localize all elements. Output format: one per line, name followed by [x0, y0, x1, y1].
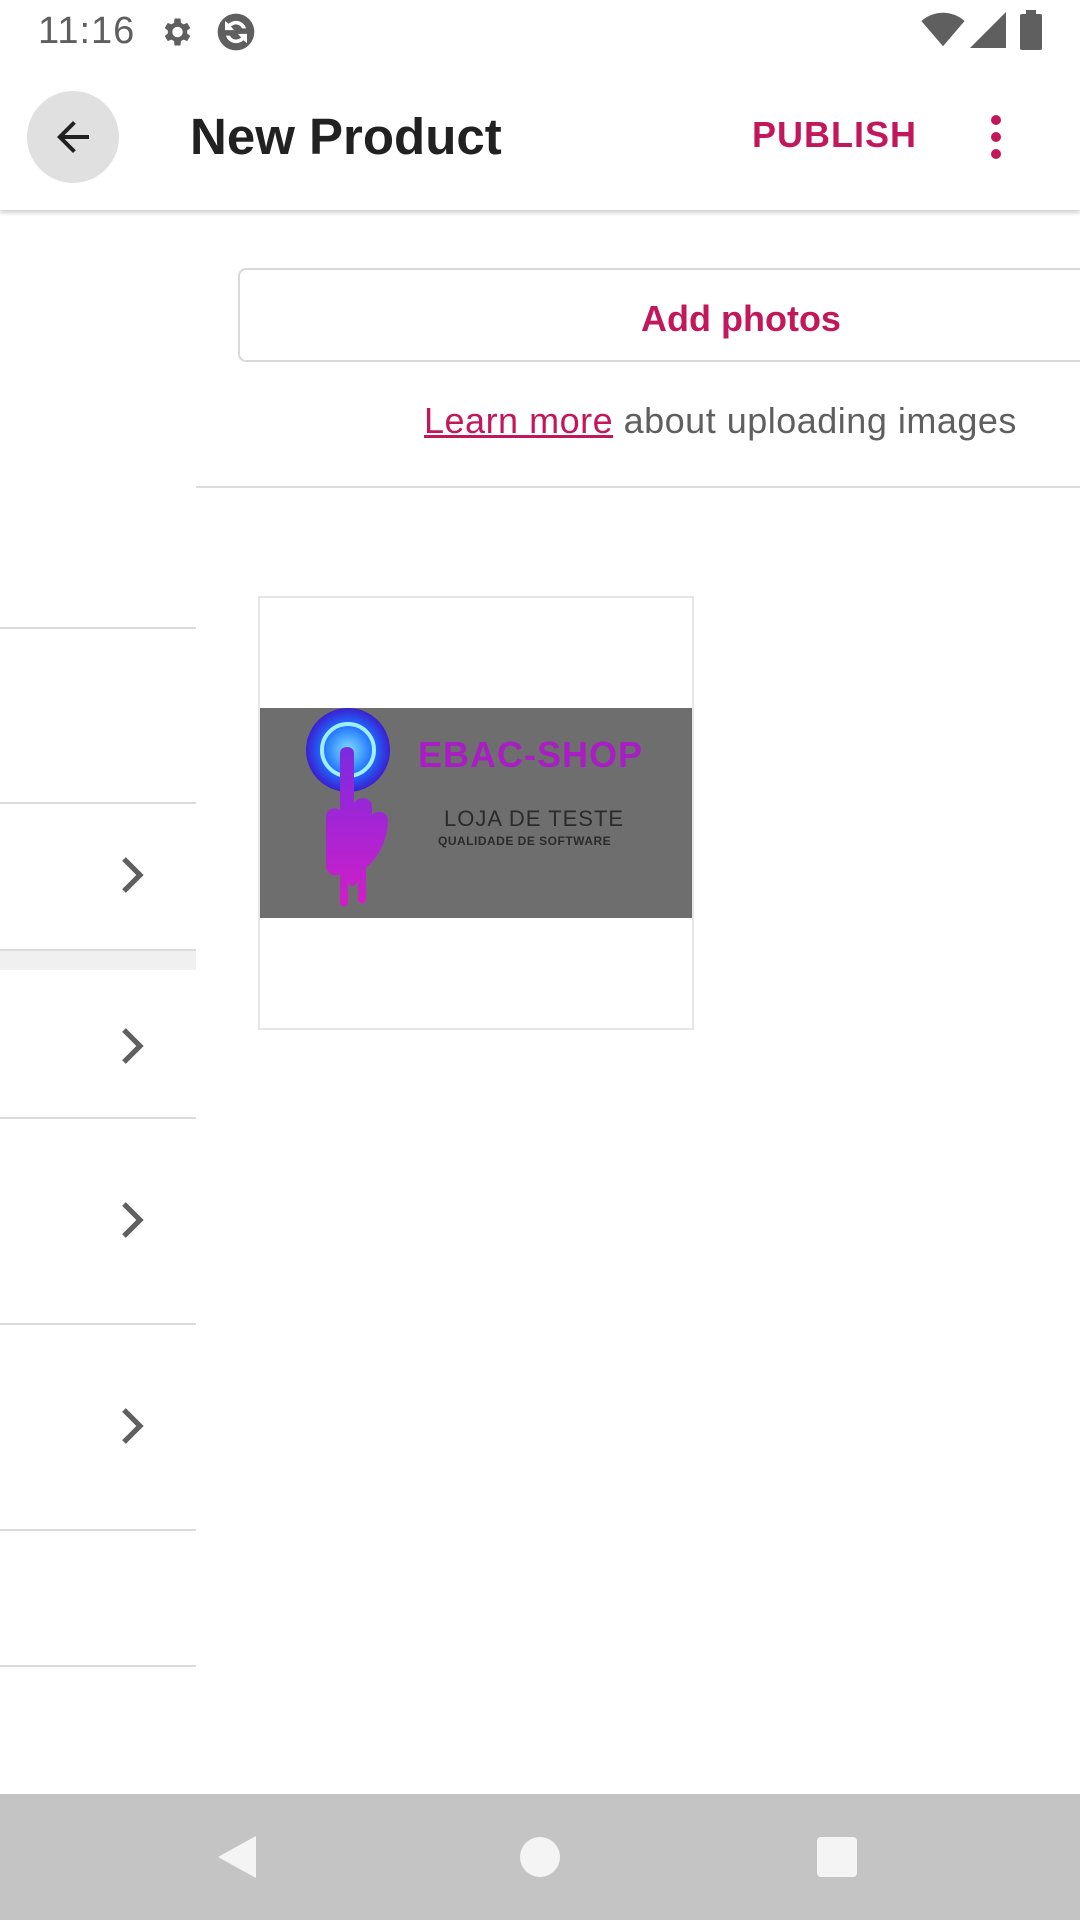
nav-recents-icon[interactable]: [817, 1837, 857, 1877]
learn-more-text: Learn more about uploading images: [424, 400, 1017, 442]
list-divider: [0, 1665, 196, 1667]
sync-icon: [217, 13, 255, 51]
nav-back-icon[interactable]: [214, 1834, 260, 1880]
list-section-gap: [0, 951, 196, 970]
learn-more-suffix: about uploading images: [613, 400, 1017, 441]
back-button[interactable]: [27, 91, 119, 183]
battery-icon: [1020, 10, 1042, 50]
chevron-right-icon[interactable]: [116, 1200, 148, 1240]
learn-more-link[interactable]: Learn more: [424, 400, 613, 441]
gear-icon: [164, 18, 191, 46]
status-time: 11:16: [38, 10, 136, 52]
status-bar: 11:16: [0, 0, 1080, 64]
signal-icon: [970, 12, 1006, 48]
banner-tagline: QUALIDADE DE SOFTWARE: [438, 834, 612, 848]
nav-home-icon[interactable]: [520, 1837, 560, 1877]
publish-button[interactable]: PUBLISH: [752, 114, 917, 164]
chevron-right-icon[interactable]: [116, 1026, 148, 1066]
wifi-icon: [921, 12, 965, 47]
list-divider: [0, 1323, 196, 1325]
chevron-right-icon[interactable]: [116, 855, 148, 895]
product-image-thumbnail[interactable]: EBAC-SHOP LOJA DE TESTE QUALIDADE DE SOF…: [258, 596, 694, 1030]
app-bar: New Product PUBLISH: [0, 64, 1080, 210]
add-photos-label: Add photos: [641, 298, 841, 339]
banner-title: EBAC-SHOP: [418, 734, 644, 775]
list-divider: [0, 627, 196, 629]
section-divider: [196, 486, 1080, 488]
overflow-menu-button[interactable]: [970, 108, 1022, 166]
underlying-list: [0, 210, 196, 1794]
page-title: New Product: [190, 108, 502, 165]
list-divider: [0, 1529, 196, 1531]
chevron-right-icon[interactable]: [116, 1406, 148, 1446]
arrow-back-icon: [57, 121, 89, 153]
hand-pointer-logo-icon: [306, 708, 390, 907]
product-images-panel: Add photos Learn more about uploading im…: [196, 210, 1080, 1794]
list-divider: [0, 1117, 196, 1119]
ebac-shop-banner-image: EBAC-SHOP LOJA DE TESTE QUALIDADE DE SOF…: [260, 708, 692, 918]
list-divider: [0, 802, 196, 804]
banner-subtitle: LOJA DE TESTE: [444, 806, 625, 831]
more-vertical-icon: [991, 115, 1001, 159]
system-nav-bar: [0, 1794, 1080, 1920]
